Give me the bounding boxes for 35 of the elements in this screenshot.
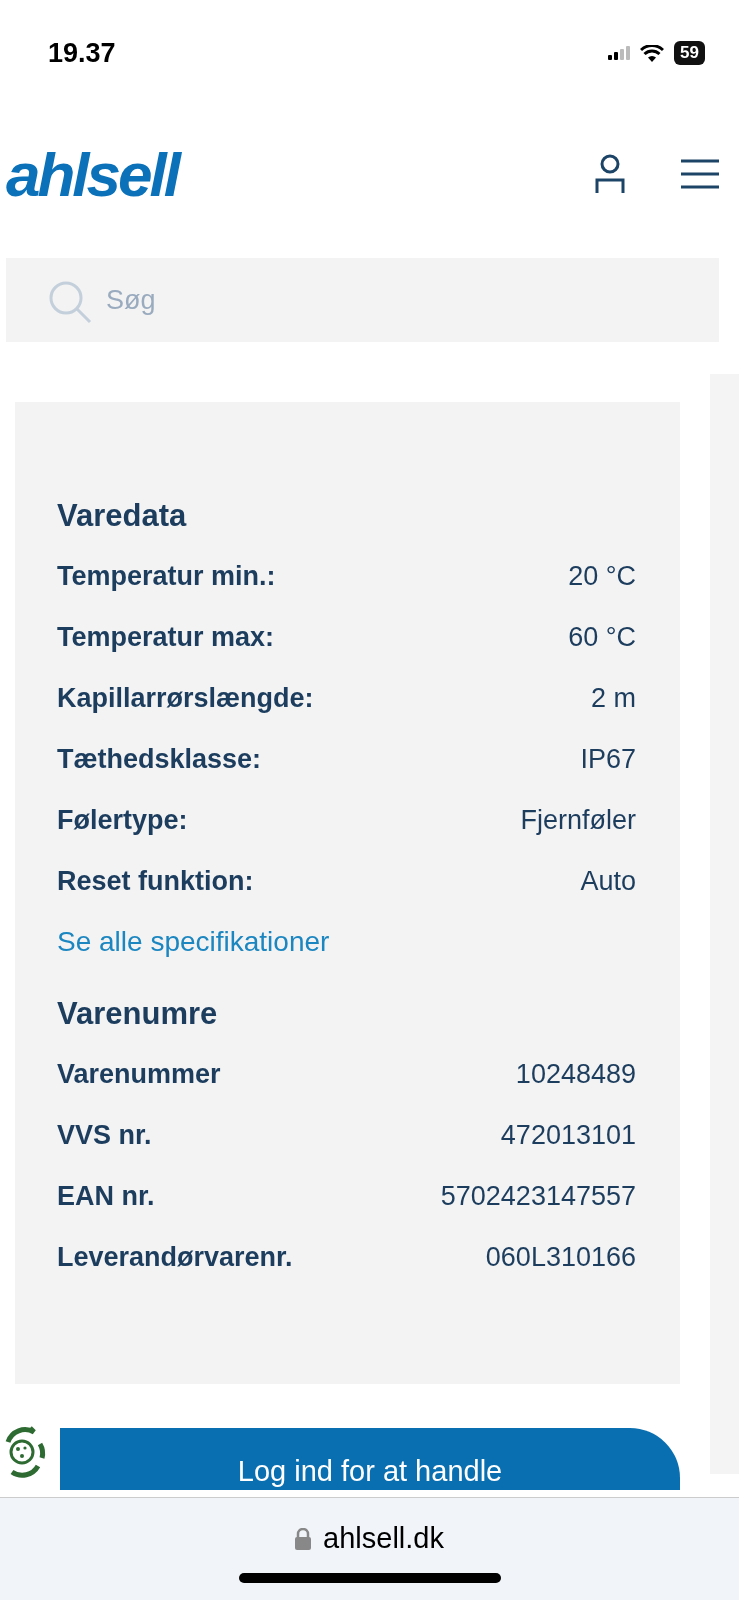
number-value: 5702423147557 xyxy=(440,1181,636,1212)
battery-level: 59 xyxy=(674,41,705,65)
number-label: Leverandørvarenr. xyxy=(57,1242,293,1273)
lock-icon xyxy=(295,1527,312,1550)
logo[interactable]: ahlsell xyxy=(6,138,178,210)
spec-value: Auto xyxy=(580,866,636,897)
search-field[interactable]: Søg xyxy=(6,258,719,342)
menu-icon[interactable] xyxy=(681,159,719,189)
spec-label: Tæthedsklasse: xyxy=(57,744,262,775)
spec-label: Temperatur max: xyxy=(57,622,275,653)
spec-label: Følertype: xyxy=(57,805,188,836)
number-value: 060L310166 xyxy=(485,1242,636,1273)
spec-value: 60 °C xyxy=(568,622,636,653)
section-title: Varedata xyxy=(57,498,188,534)
status-time: 19.37 xyxy=(48,37,116,69)
spec-label: Reset funktion: xyxy=(57,866,254,897)
spec-value: 2 m xyxy=(591,683,636,714)
number-value: 472013101 xyxy=(500,1120,636,1151)
signal-icon xyxy=(608,46,631,60)
account-icon[interactable] xyxy=(595,154,625,194)
number-label: EAN nr. xyxy=(57,1181,155,1212)
section-title: Varenumre xyxy=(57,996,219,1032)
spec-label: Temperatur min.: xyxy=(57,561,276,592)
spec-label: Kapillarrørslængde: xyxy=(57,683,314,714)
number-label: VVS nr. xyxy=(57,1120,152,1151)
spec-value: Fjernføler xyxy=(520,805,636,836)
login-button[interactable]: Log ind for at handle xyxy=(60,1428,680,1490)
url-text[interactable]: ahlsell.dk xyxy=(323,1522,444,1555)
spec-value: 20 °C xyxy=(568,561,636,592)
spec-value: IP67 xyxy=(580,744,636,775)
search-icon xyxy=(48,280,92,324)
number-value: 10248489 xyxy=(515,1059,636,1090)
number-label: Varenummer xyxy=(57,1059,221,1090)
specifications-link[interactable]: Se alle specifikationer xyxy=(57,926,330,958)
wifi-icon xyxy=(640,44,665,62)
